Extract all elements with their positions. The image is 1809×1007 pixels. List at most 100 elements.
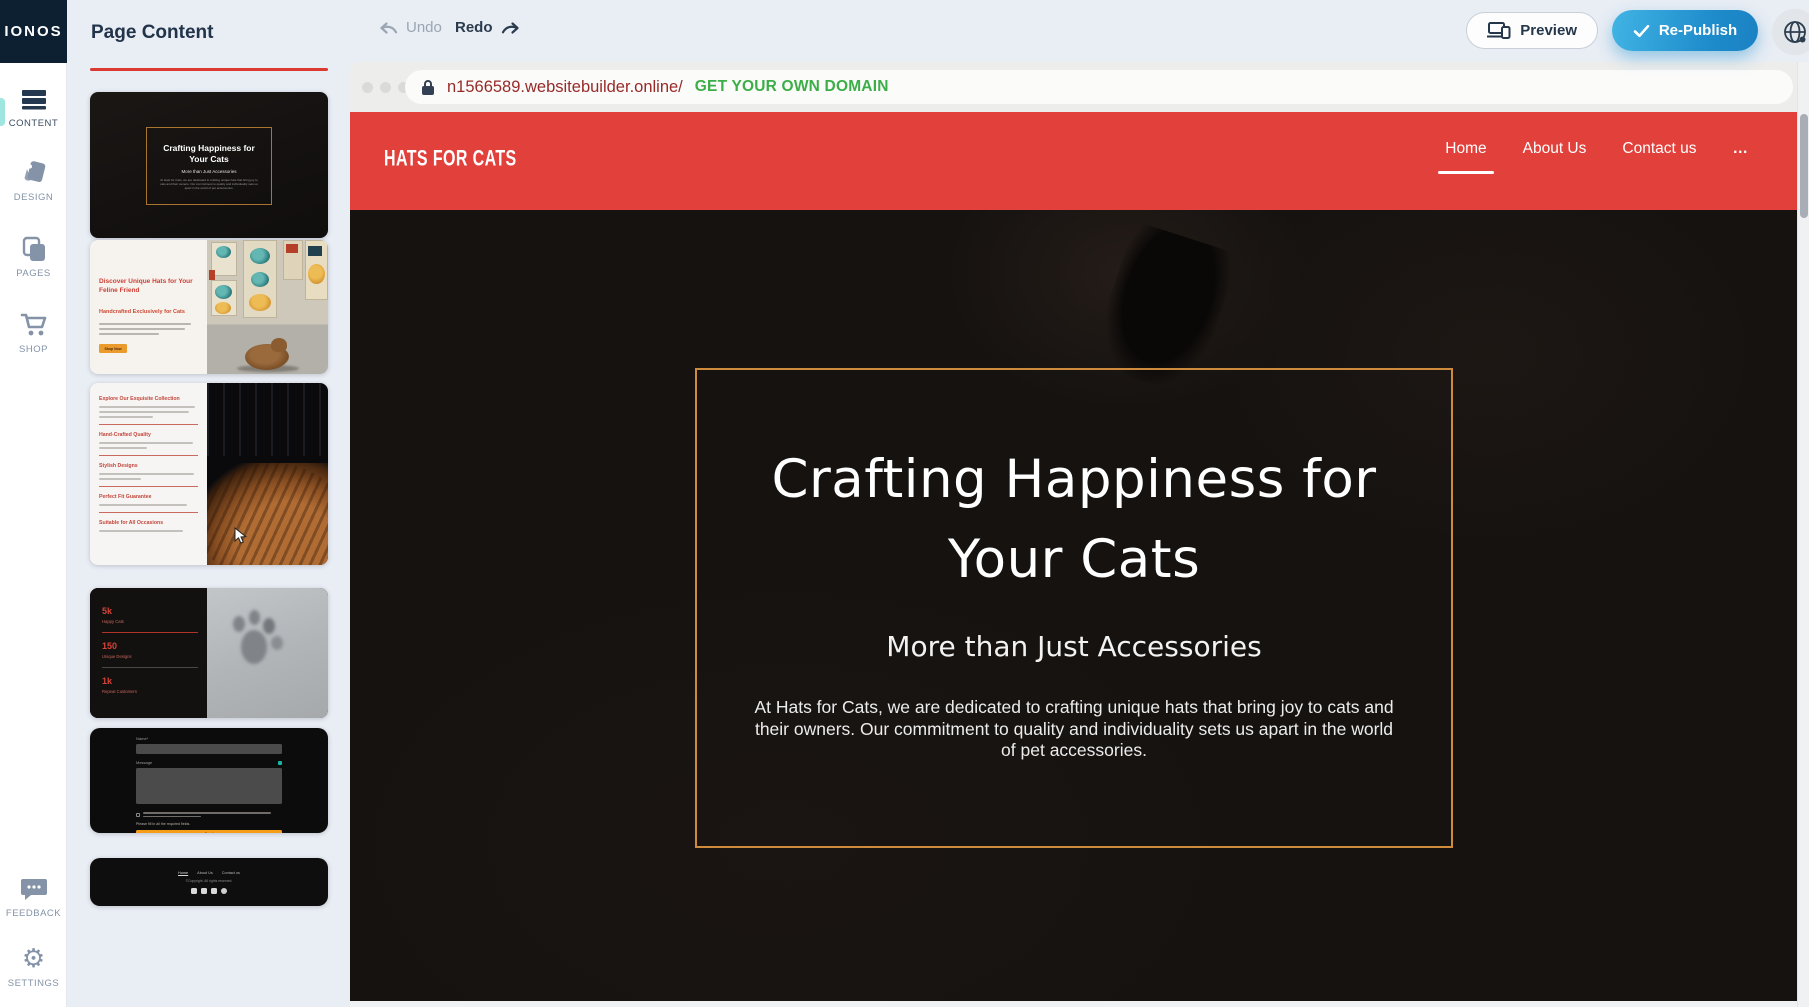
mouse-cursor [234,527,247,545]
redo-icon [500,20,521,36]
hero-editable-frame[interactable]: Crafting Happiness for Your Cats More th… [695,368,1453,848]
hero-thumb-body: At Hats for Cats, we are dedicated to cr… [159,178,259,190]
site-brand[interactable]: HATS FOR CATS [384,147,517,173]
form-name-input-thumb [136,744,282,754]
redo-label: Redo [455,19,493,36]
design-icon [20,160,48,186]
ionos-logo[interactable]: IONOS [0,0,67,63]
thumbnail-collection-section[interactable]: Explore Our Exquisite Collection Hand-Cr… [90,383,328,565]
nav-more-menu[interactable]: … [1733,140,1750,174]
hero-body-text: At Hats for Cats, we are dedicated to cr… [752,697,1397,762]
thumbnail-contact-form-section[interactable]: Name* Message Please fill in all the req… [90,728,328,833]
form-message-textarea-thumb [136,768,282,804]
sidebar-item-content[interactable]: CONTENT [0,88,67,129]
globe-icon [1782,19,1808,45]
check-icon [1633,24,1650,38]
discover-heading: Discover Unique Hats for Your Feline Fri… [99,278,198,295]
ai-assist-icon [278,761,282,765]
form-consent-row [136,812,282,817]
thumbnail-hero-section[interactable]: Crafting Happiness for Your Cats More th… [90,92,328,238]
undo-icon [378,20,399,36]
hero-subtitle: More than Just Accessories [697,630,1451,663]
panel-accent-divider [90,68,328,71]
feedback-chat-icon [20,876,48,902]
url-bar[interactable]: n1566589.websitebuilder.online/ GET YOUR… [405,70,1793,104]
nav-item-contact[interactable]: Contact us [1622,140,1696,174]
collection-heading: Suitable for All Occasions [99,520,198,526]
footer-link: Home [178,871,188,875]
globe-button[interactable] [1772,9,1809,55]
form-send-button-thumb: Send [136,830,282,833]
pages-icon [21,236,47,262]
site-header[interactable]: HATS FOR CATS Home About Us Contact us … [350,112,1809,210]
undo-button[interactable]: Undo [378,19,442,36]
form-name-label: Name* [136,736,282,741]
sidebar-item-shop[interactable]: SHOP [0,312,67,355]
undo-label: Undo [406,19,442,36]
collection-heading: Perfect Fit Guarantee [99,494,198,500]
browser-dots [362,82,409,93]
text-placeholder-bar [99,333,159,335]
stats-thumb-text: 5k Happy Cats 150 Unique Designs 1k Repe… [90,588,207,718]
thumbnail-discover-section[interactable]: Discover Unique Hats for Your Feline Fri… [90,240,328,374]
cat-photo [245,344,289,370]
sidebar-item-label: SETTINGS [8,978,60,989]
stat-label: Happy Cats [102,619,198,624]
hero-title: Crafting Happiness for Your Cats [744,440,1404,600]
pinterest-icon [221,888,227,894]
thumbnail-stats-section[interactable]: 5k Happy Cats 150 Unique Designs 1k Repe… [90,588,328,718]
shop-cart-icon [20,312,48,338]
preview-button[interactable]: Preview [1466,12,1598,49]
facebook-icon [191,888,197,894]
sidebar-item-settings[interactable]: ⚙ SETTINGS [0,946,67,989]
vertical-scrollbar [1797,62,1809,1007]
footer-copyright: ©Copyright. All rights reserved. [186,879,233,883]
collection-heading: Explore Our Exquisite Collection [99,396,198,402]
site-preview-canvas: n1566589.websitebuilder.online/ GET YOUR… [350,62,1809,1007]
hero-thumb-subtitle: More than Just Accessories [181,169,236,174]
sidebar-item-label: CONTENT [9,118,58,129]
collection-thumb-photo [207,383,328,565]
discover-thumb-text: Discover Unique Hats for Your Feline Fri… [90,240,207,374]
sidebar-item-label: FEEDBACK [6,908,61,919]
editor-toolbar: Undo Redo Preview Re-Publish [350,0,1809,62]
site-hero-section[interactable]: Crafting Happiness for Your Cats More th… [350,210,1809,1002]
get-domain-link[interactable]: GET YOUR OWN DOMAIN [695,78,889,96]
horizontal-scrollbar[interactable] [350,1001,1797,1007]
sidebar-item-label: DESIGN [14,192,53,203]
pawprint-photo [207,588,328,718]
sidebar-item-pages[interactable]: PAGES [0,236,67,279]
footer-link: Contact us [222,871,240,875]
checkbox-icon [136,813,140,817]
app-sidebar: IONOS CONTENT DESIGN PA [0,0,67,1007]
browser-chrome-bar: n1566589.websitebuilder.online/ GET YOUR… [350,62,1809,112]
sidebar-item-design[interactable]: DESIGN [0,160,67,203]
form-message-label: Message [136,760,152,765]
hero-thumb-frame: Crafting Happiness for Your Cats More th… [146,127,272,205]
nav-item-home[interactable]: Home [1445,140,1486,174]
form-required-note: Please fill in all the required fields. [136,822,282,826]
instagram-icon [211,888,217,894]
vertical-scrollbar-thumb[interactable] [1800,114,1808,218]
contact-form-thumb: Name* Message Please fill in all the req… [136,736,282,825]
republish-button[interactable]: Re-Publish [1612,10,1758,51]
thumbnail-footer-section[interactable]: Home About Us Contact us ©Copyright. All… [90,858,328,906]
sidebar-item-feedback[interactable]: FEEDBACK [0,876,67,919]
twitter-icon [201,888,207,894]
sidebar-item-label: SHOP [19,344,48,355]
preview-label: Preview [1520,22,1577,39]
discover-subheading: Handcrafted Exclusively for Cats [99,309,198,315]
redo-button[interactable]: Redo [455,19,521,36]
page-content-panel: Page Content Crafting Happiness for Your… [67,0,350,1007]
discover-thumb-photo [207,240,328,374]
nav-item-about[interactable]: About Us [1523,140,1587,174]
collection-thumb-text: Explore Our Exquisite Collection Hand-Cr… [90,383,207,565]
republish-label: Re-Publish [1659,22,1737,39]
footer-link: About Us [197,871,213,875]
lock-icon [421,79,435,96]
footer-social-icons [191,888,227,894]
text-placeholder-bar [99,323,191,325]
content-icon [21,88,47,112]
stat-value: 1k [102,676,198,686]
hero-thumb-title: Crafting Happiness for Your Cats [155,143,263,165]
